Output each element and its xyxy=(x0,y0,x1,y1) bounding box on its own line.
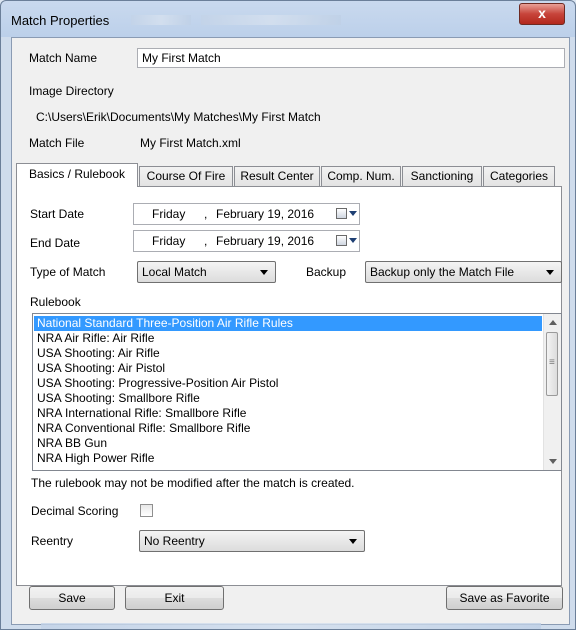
reentry-value: No Reentry xyxy=(144,534,205,548)
backup-value: Backup only the Match File xyxy=(370,265,515,279)
rulebook-label: Rulebook xyxy=(30,295,81,309)
backup-select[interactable]: Backup only the Match File xyxy=(365,261,562,283)
tab-label: Comp. Num. xyxy=(327,169,395,183)
tab-course-of-fire[interactable]: Course Of Fire xyxy=(139,166,233,186)
rulebook-item[interactable]: National Standard Three-Position Air Rif… xyxy=(34,316,542,331)
start-date-month-day: February 19, 2016 xyxy=(216,207,315,221)
rulebook-item[interactable]: NRA High Power Rifle xyxy=(34,451,542,466)
end-date-separator: , xyxy=(204,234,208,248)
chevron-down-icon xyxy=(260,270,268,275)
start-date-label: Start Date xyxy=(30,207,85,221)
end-date-weekday: Friday xyxy=(152,234,186,248)
type-of-match-label: Type of Match xyxy=(30,265,106,279)
match-name-label: Match Name xyxy=(29,51,98,65)
dialog-client: Match Name My First Match Image Director… xyxy=(11,37,570,625)
save-button[interactable]: Save xyxy=(29,586,115,610)
exit-button[interactable]: Exit xyxy=(125,586,224,610)
calendar-icon xyxy=(336,235,347,246)
background-blur xyxy=(201,15,341,25)
rulebook-item[interactable]: NRA BB Gun xyxy=(34,436,542,451)
decimal-scoring-label: Decimal Scoring xyxy=(31,504,119,518)
close-button[interactable]: x xyxy=(519,3,565,25)
window-title: Match Properties xyxy=(11,13,110,28)
match-file-value: My First Match.xml xyxy=(140,136,241,150)
rulebook-item[interactable]: USA Shooting: Air Rifle xyxy=(34,346,542,361)
chevron-down-icon xyxy=(349,238,357,243)
tab-label: Sanctioning xyxy=(410,169,474,183)
rulebook-scrollbar[interactable] xyxy=(543,314,561,470)
rulebook-item[interactable]: NRA Conventional Rifle: Smallbore Rifle xyxy=(34,421,542,436)
scroll-thumb[interactable] xyxy=(546,332,558,396)
start-date-separator: , xyxy=(204,207,208,221)
tab-comp-num[interactable]: Comp. Num. xyxy=(321,166,401,186)
rulebook-item[interactable]: USA Shooting: Air Pistol xyxy=(34,361,542,376)
start-date-picker[interactable]: Friday , February 19, 2016 xyxy=(133,203,360,225)
tab-categories[interactable]: Categories xyxy=(483,166,555,186)
image-directory-label: Image Directory xyxy=(29,84,114,98)
start-date-weekday: Friday xyxy=(152,207,186,221)
rulebook-list[interactable]: National Standard Three-Position Air Rif… xyxy=(32,313,562,471)
rulebook-item[interactable]: NRA Air Rifle: Air Rifle xyxy=(34,331,542,346)
tab-label: Course Of Fire xyxy=(146,169,226,183)
chevron-down-icon xyxy=(546,270,554,275)
match-file-label: Match File xyxy=(29,136,85,150)
match-name-input[interactable]: My First Match xyxy=(137,48,565,68)
scroll-down-icon[interactable] xyxy=(544,453,561,470)
type-of-match-select[interactable]: Local Match xyxy=(137,261,276,283)
chevron-down-icon xyxy=(349,211,357,216)
title-bar[interactable]: Match Properties x xyxy=(1,1,575,37)
end-date-month-day: February 19, 2016 xyxy=(216,234,315,248)
save-as-favorite-button[interactable]: Save as Favorite xyxy=(446,586,563,610)
close-icon: x xyxy=(538,5,546,21)
match-properties-window: Match Properties x Match Name My First M… xyxy=(0,0,576,630)
scroll-up-icon[interactable] xyxy=(544,314,561,331)
end-date-label: End Date xyxy=(30,236,81,250)
decimal-scoring-checkbox[interactable] xyxy=(140,504,153,517)
type-of-match-value: Local Match xyxy=(142,265,207,279)
rulebook-note: The rulebook may not be modified after t… xyxy=(31,476,355,490)
rulebook-items: National Standard Three-Position Air Rif… xyxy=(34,316,542,466)
backup-label: Backup xyxy=(306,265,347,279)
rulebook-item[interactable]: USA Shooting: Progressive-Position Air P… xyxy=(34,376,542,391)
tab-basics-rulebook[interactable]: Basics / Rulebook xyxy=(16,163,138,187)
reentry-select[interactable]: No Reentry xyxy=(139,530,365,552)
tab-result-center[interactable]: Result Center xyxy=(234,166,320,186)
image-directory-value: C:\Users\Erik\Documents\My Matches\My Fi… xyxy=(36,110,321,124)
end-date-picker[interactable]: Friday , February 19, 2016 xyxy=(133,230,360,252)
tab-label: Result Center xyxy=(240,169,314,183)
rulebook-item[interactable]: USA Shooting: Smallbore Rifle xyxy=(34,391,542,406)
reentry-label: Reentry xyxy=(31,534,74,548)
tab-label: Basics / Rulebook xyxy=(28,167,126,181)
chevron-down-icon xyxy=(349,539,357,544)
background-blur xyxy=(41,623,541,629)
rulebook-item[interactable]: NRA International Rifle: Smallbore Rifle xyxy=(34,406,542,421)
tab-label: Categories xyxy=(489,169,549,183)
calendar-icon xyxy=(336,208,347,219)
background-blur xyxy=(131,15,191,25)
tab-sanctioning[interactable]: Sanctioning xyxy=(402,166,482,186)
